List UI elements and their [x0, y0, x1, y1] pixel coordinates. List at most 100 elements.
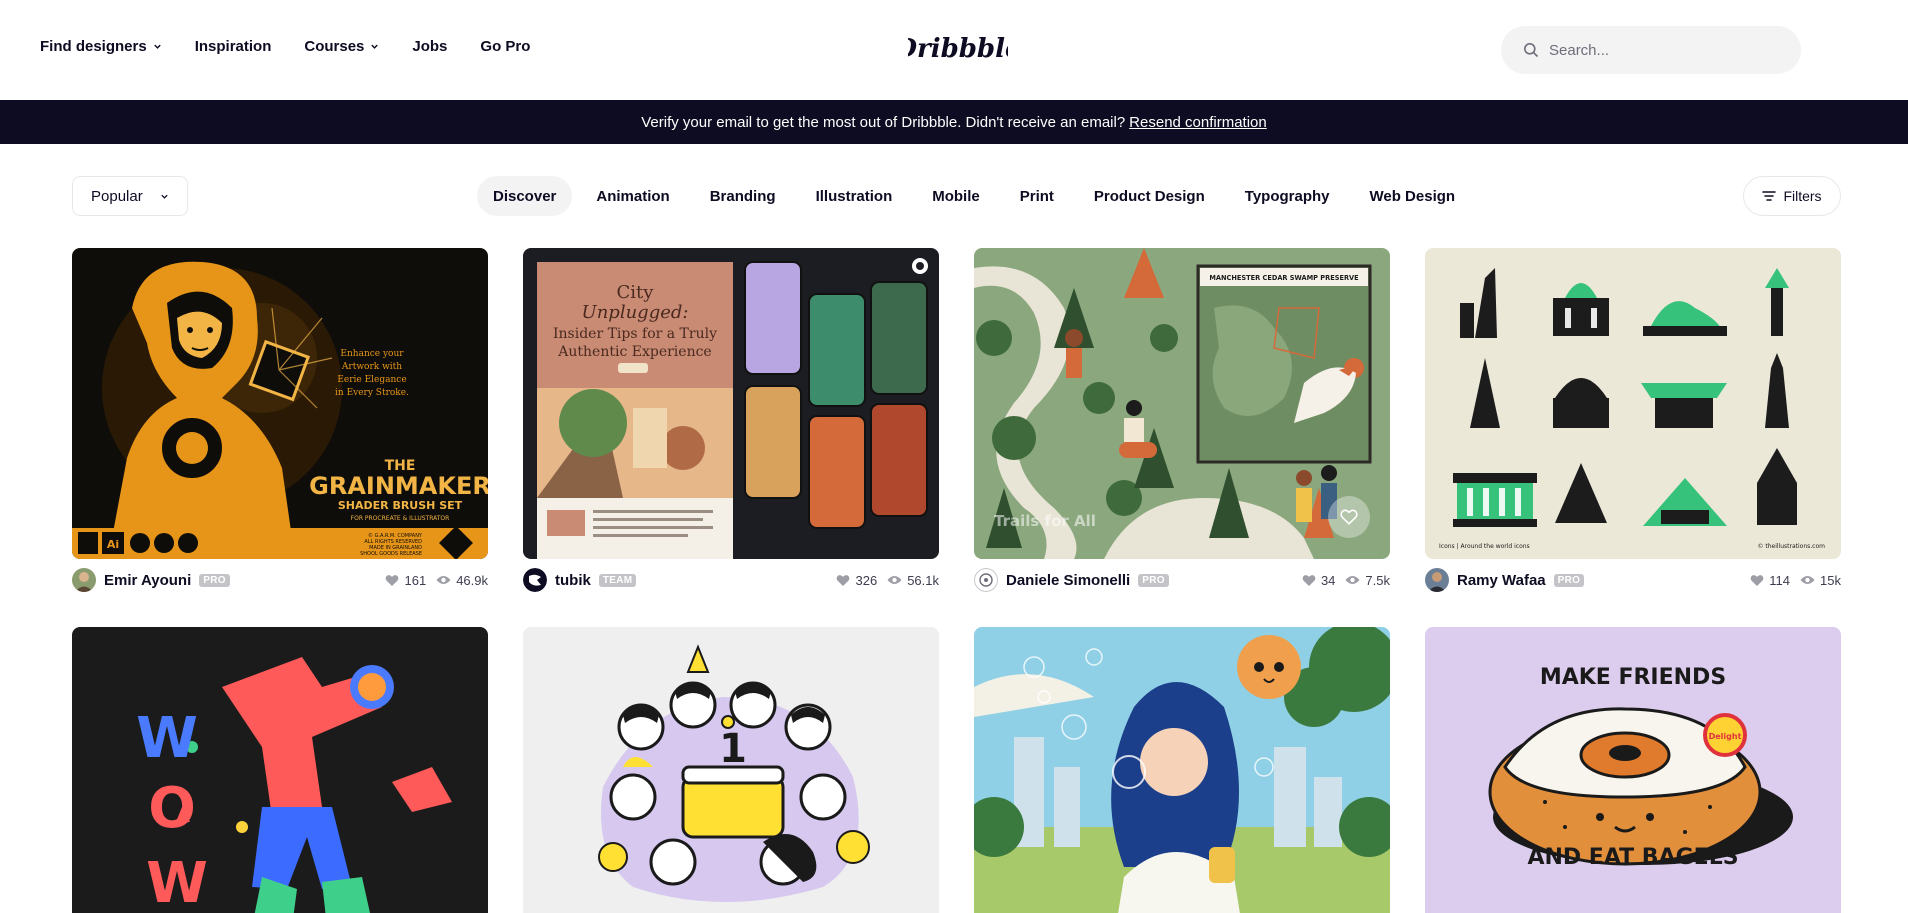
- shot-thumbnail[interactable]: 1: [523, 627, 939, 913]
- shot-image: City Unplugged: Insider Tips for a Truly…: [523, 248, 939, 559]
- tagline-text: in Every Stroke.: [335, 388, 409, 398]
- nav-find-designers-label: Find designers: [40, 38, 147, 55]
- shot-image: Icons | Around the world icons © theillu…: [1425, 248, 1841, 559]
- nav-jobs-label: Jobs: [412, 38, 448, 55]
- art-line4: FOR PROCREATE & ILLUSTRATOR: [351, 515, 450, 522]
- shot-stats: 114 15k: [1750, 573, 1841, 588]
- resend-confirmation-link[interactable]: Resend confirmation: [1129, 114, 1267, 131]
- search-input[interactable]: [1549, 41, 1779, 59]
- art-footer1: © G.A.R.M. COMPANY: [368, 532, 423, 539]
- tagline-text: Eerie Elegance: [337, 375, 406, 385]
- filters-button-label: Filters: [1783, 188, 1822, 204]
- top-navigation: Find designers Inspiration Courses Jobs …: [0, 0, 1908, 100]
- shot-image: Enhance your Artwork with Eerie Elegance…: [72, 248, 488, 559]
- shot-meta: Emir Ayouni PRO 161 46.9k: [72, 568, 488, 592]
- avatar[interactable]: [974, 568, 998, 592]
- main-nav: Find designers Inspiration Courses Jobs …: [40, 38, 563, 55]
- nav-courses-label: Courses: [304, 38, 365, 55]
- like-count: 161: [404, 572, 427, 588]
- author-name[interactable]: tubik: [555, 572, 591, 589]
- sort-dropdown[interactable]: Popular: [72, 176, 188, 216]
- chevron-down-icon: [371, 44, 379, 49]
- shot-thumbnail[interactable]: MAKE FRIENDS Delight AND EAT BAGELS: [1425, 627, 1841, 913]
- nav-inspiration[interactable]: Inspiration: [195, 38, 272, 55]
- avatar[interactable]: [72, 568, 96, 592]
- nav-go-pro[interactable]: Go Pro: [480, 38, 530, 55]
- heart-icon[interactable]: [1302, 574, 1316, 587]
- shot-thumbnail[interactable]: [974, 627, 1390, 913]
- dribbble-logo[interactable]: Dribbble: [908, 30, 1008, 66]
- sort-dropdown-label: Popular: [91, 187, 143, 205]
- shot-thumbnail[interactable]: MANCHESTER CEDAR SWAMP PRESERVE Trails f…: [974, 248, 1390, 559]
- art-line3: SHADER BRUSH SET: [338, 499, 463, 512]
- tab-branding[interactable]: Branding: [694, 176, 792, 216]
- art-icon-label: Ai: [107, 538, 119, 551]
- view-count: 15k: [1820, 572, 1841, 588]
- art-title4: Authentic Experience: [557, 344, 711, 360]
- overlay-title: Trails for All: [994, 512, 1096, 530]
- tab-print[interactable]: Print: [1004, 176, 1070, 216]
- eye-icon: [436, 576, 451, 584]
- author-name[interactable]: Ramy Wafaa: [1457, 572, 1546, 589]
- map-sign-text: MANCHESTER CEDAR SWAMP PRESERVE: [1209, 274, 1359, 282]
- art-letter: W: [146, 851, 208, 913]
- pro-badge: PRO: [1138, 573, 1169, 587]
- avatar[interactable]: [1425, 568, 1449, 592]
- art-stamp: Delight: [1709, 732, 1742, 741]
- shot-thumbnail[interactable]: City Unplugged: Insider Tips for a Truly…: [523, 248, 939, 559]
- search-icon: [1524, 43, 1539, 58]
- tab-web-design[interactable]: Web Design: [1354, 176, 1472, 216]
- shot-thumbnail[interactable]: Enhance your Artwork with Eerie Elegance…: [72, 248, 488, 559]
- shot-meta: tubik TEAM 326 56.1k: [523, 568, 939, 592]
- art-letter: O: [148, 776, 196, 841]
- eye-icon: [1800, 576, 1815, 584]
- like-button[interactable]: [1328, 496, 1370, 538]
- like-count: 114: [1769, 572, 1791, 588]
- shot-stats: 161 46.9k: [385, 573, 488, 588]
- tab-illustration[interactable]: Illustration: [800, 176, 909, 216]
- heart-icon[interactable]: [385, 574, 399, 587]
- shot-meta: Daniele Simonelli PRO 34 7.5k: [974, 568, 1390, 592]
- shot-thumbnail[interactable]: W O W: [72, 627, 488, 913]
- tab-animation[interactable]: Animation: [580, 176, 685, 216]
- search-box[interactable]: [1501, 26, 1801, 74]
- avatar[interactable]: [523, 568, 547, 592]
- art-number: 1: [719, 726, 747, 772]
- author-name[interactable]: Daniele Simonelli: [1006, 572, 1130, 589]
- logo-wordmark: Dribbble: [908, 34, 1008, 64]
- nav-find-designers[interactable]: Find designers: [40, 38, 162, 55]
- nav-jobs[interactable]: Jobs: [412, 38, 447, 55]
- author-name[interactable]: Emir Ayouni: [104, 572, 191, 589]
- art-title2: Unplugged:: [582, 302, 689, 323]
- shot-stats: 34 7.5k: [1302, 573, 1390, 588]
- shot-stats: 326 56.1k: [836, 573, 939, 588]
- team-badge: TEAM: [598, 573, 637, 587]
- filters-icon: [1762, 191, 1777, 201]
- chevron-down-icon: [161, 194, 168, 199]
- nav-courses[interactable]: Courses: [304, 38, 379, 55]
- art-credit: © theillustrations.com: [1757, 543, 1825, 550]
- like-count: 34: [1320, 572, 1336, 588]
- tab-typography[interactable]: Typography: [1229, 176, 1346, 216]
- pro-badge: PRO: [199, 573, 230, 587]
- shot-thumbnail[interactable]: Icons | Around the world icons © theillu…: [1425, 248, 1841, 559]
- shot-image: W O W: [72, 627, 488, 913]
- tab-mobile[interactable]: Mobile: [916, 176, 996, 216]
- shot-meta: Ramy Wafaa PRO 114 15k: [1425, 568, 1841, 592]
- art-footer4: SHOOL GOODS RELEASE: [360, 551, 422, 557]
- art-letter: W: [136, 706, 198, 771]
- tab-product-design[interactable]: Product Design: [1078, 176, 1221, 216]
- verify-email-banner: Verify your email to get the most out of…: [0, 100, 1908, 144]
- category-tabs: Discover Animation Branding Illustration…: [477, 176, 1479, 216]
- filters-button[interactable]: Filters: [1743, 176, 1841, 216]
- heart-icon[interactable]: [836, 574, 850, 587]
- view-count: 46.9k: [456, 572, 488, 588]
- tab-discover[interactable]: Discover: [477, 176, 573, 216]
- shot-image: [974, 627, 1390, 913]
- art-top: MAKE FRIENDS: [1540, 665, 1726, 690]
- art-title1: City: [617, 282, 655, 303]
- view-count: 7.5k: [1365, 572, 1390, 588]
- art-bottom: AND EAT BAGELS: [1527, 845, 1738, 870]
- eye-icon: [887, 576, 902, 584]
- heart-icon[interactable]: [1750, 574, 1764, 587]
